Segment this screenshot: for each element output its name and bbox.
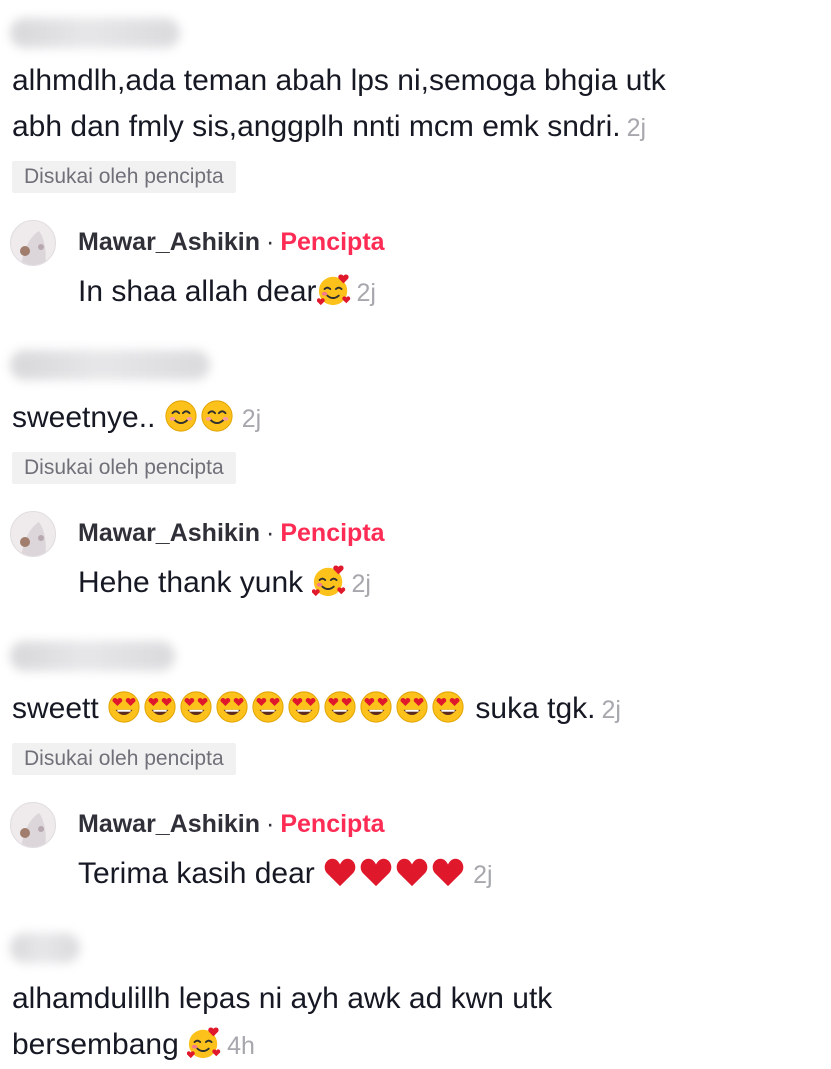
reply-header: Mawar_Ashikin · Pencipta <box>78 807 385 841</box>
comment-text: alhamdulillh lepas ni ayh awk ad kwn utk <box>12 976 552 1022</box>
liked-by-creator-badge: Disukai oleh pencipta <box>12 452 236 484</box>
smiling-face-with-heart-eyes-icon <box>143 690 177 724</box>
smiling-face-with-hearts-icon <box>187 1026 221 1060</box>
smiling-face-with-heart-eyes-icon <box>395 690 429 724</box>
smiling-face-with-hearts-icon <box>312 564 346 598</box>
reply-text-content: In shaa allah dear <box>78 275 317 308</box>
reply-username[interactable]: Mawar_Ashikin <box>78 228 260 256</box>
smiling-face-with-heart-eyes-icon <box>107 690 141 724</box>
reply-username[interactable]: Mawar_Ashikin <box>78 519 260 547</box>
reply-timestamp: 2j <box>356 279 376 307</box>
comment-text: alhmdlh,ada teman abah lps ni,semoga bhg… <box>12 58 666 104</box>
avatar[interactable] <box>10 220 56 266</box>
comment-text-line: sweett <box>12 692 99 725</box>
avatar[interactable] <box>10 802 56 848</box>
liked-by-creator-badge: Disukai oleh pencipta <box>12 161 236 193</box>
smiling-face-with-heart-eyes-icon <box>251 690 285 724</box>
red-heart-icon <box>323 855 357 889</box>
comment-text: bersembang 4h <box>12 1022 255 1069</box>
smiling-face-with-heart-eyes-icon <box>215 690 249 724</box>
comment-text: sweetnye.. 2j <box>12 395 261 442</box>
reply-header: Mawar_Ashikin · Pencipta <box>78 225 385 259</box>
reply-text: In shaa allah dear 2j <box>78 270 376 315</box>
smiling-face-with-heart-eyes-icon <box>179 690 213 724</box>
comment-timestamp: 4h <box>227 1032 255 1060</box>
blurred-commenter-name[interactable] <box>10 18 180 48</box>
smiling-face-with-heart-eyes-icon <box>431 690 465 724</box>
reply-text-content: Hehe thank yunk <box>78 566 304 599</box>
reply-text-content: Terima kasih dear <box>78 857 315 890</box>
creator-label: Pencipta <box>280 228 385 256</box>
reply-username[interactable]: Mawar_Ashikin <box>78 810 260 838</box>
red-heart-icon <box>431 855 465 889</box>
red-heart-icon <box>395 855 429 889</box>
smiling-face-with-heart-eyes-icon <box>287 690 321 724</box>
blurred-commenter-name[interactable] <box>10 641 175 671</box>
comment-text-line: alhamdulillh lepas ni ayh awk ad kwn utk <box>12 982 553 1015</box>
comment-timestamp: 2j <box>626 114 647 142</box>
comment-timestamp: 2j <box>601 696 621 724</box>
blurred-commenter-name[interactable] <box>10 933 80 963</box>
red-heart-icon <box>359 855 393 889</box>
comment-text-line: bersembang <box>12 1028 179 1061</box>
comment-text: sweett suka tgk. 2j <box>12 686 621 733</box>
separator-dot: · <box>266 810 275 838</box>
avatar-image <box>11 803 55 847</box>
liked-by-creator-badge: Disukai oleh pencipta <box>12 743 236 775</box>
comment-text: abh dan fmly sis,anggplh nnti mcm emk sn… <box>12 104 646 151</box>
comment-text-line: abh dan fmly sis,anggplh nnti mcm emk sn… <box>12 110 621 143</box>
smiling-face-with-smiling-eyes-icon <box>164 399 198 433</box>
separator-dot: · <box>266 228 275 256</box>
smiling-face-with-hearts-icon <box>317 273 351 307</box>
avatar-image <box>11 221 55 265</box>
avatar-image <box>11 512 55 556</box>
smiling-face-with-heart-eyes-icon <box>359 690 393 724</box>
comment-text-line: alhmdlh,ada teman abah lps ni,semoga bhg… <box>12 64 666 97</box>
reply-header: Mawar_Ashikin · Pencipta <box>78 516 385 550</box>
creator-label: Pencipta <box>280 810 385 838</box>
smiling-face-with-smiling-eyes-icon <box>200 399 234 433</box>
comment-text-line: suka tgk. <box>475 692 596 725</box>
heart-eyes-emoji-row <box>107 692 467 725</box>
reply-timestamp: 2j <box>473 861 493 889</box>
avatar[interactable] <box>10 511 56 557</box>
reply-timestamp: 2j <box>351 570 371 598</box>
creator-label: Pencipta <box>280 519 385 547</box>
smiling-face-with-heart-eyes-icon <box>323 690 357 724</box>
separator-dot: · <box>266 519 275 547</box>
comment-timestamp: 2j <box>241 405 262 433</box>
reply-text: Hehe thank yunk 2j <box>78 561 371 606</box>
comment-text-line: sweetnye.. <box>12 401 156 434</box>
blurred-commenter-name[interactable] <box>10 350 210 380</box>
reply-text: Terima kasih dear 2j <box>78 852 493 897</box>
